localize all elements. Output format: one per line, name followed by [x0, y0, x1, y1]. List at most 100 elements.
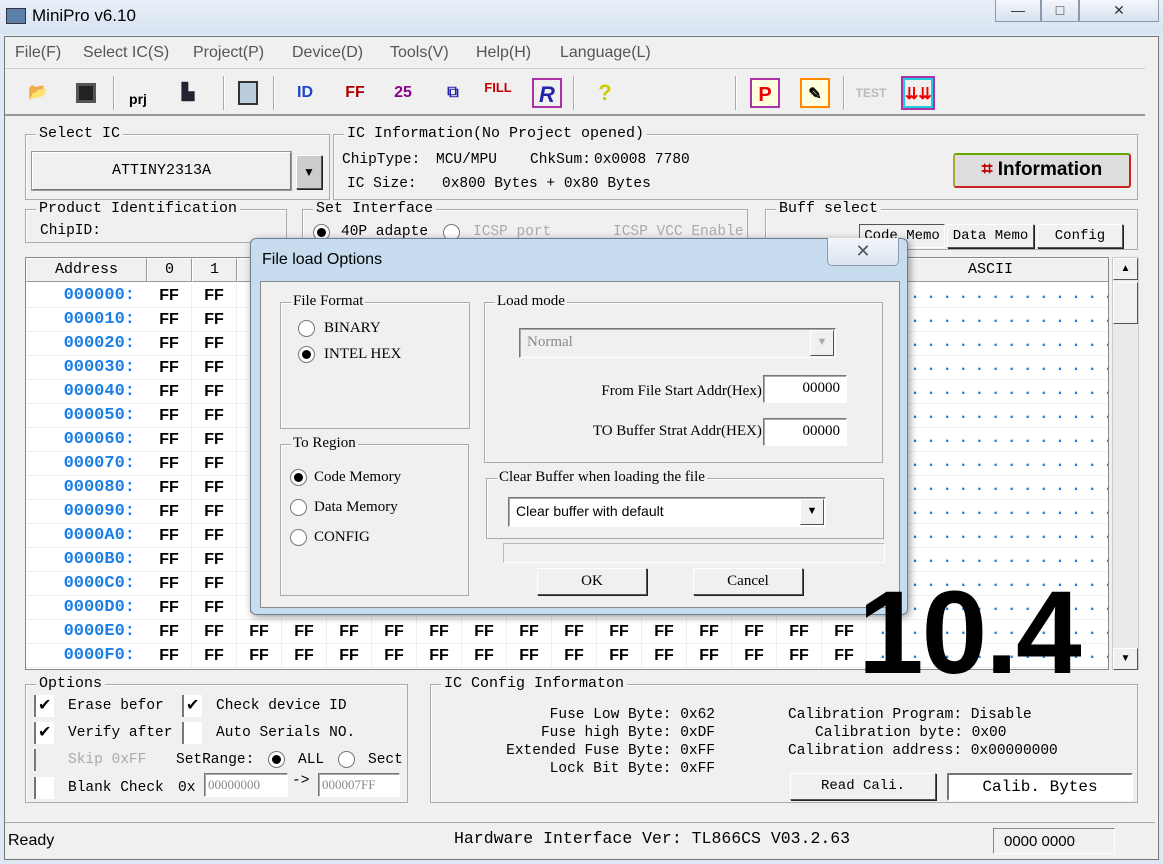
byte-cell[interactable]: FF: [147, 452, 192, 476]
byte-cell[interactable]: FF: [147, 524, 192, 548]
byte-cell[interactable]: FF: [417, 644, 462, 668]
byte-cell[interactable]: FF: [192, 548, 237, 572]
help-icon[interactable]: ?: [590, 78, 620, 108]
program-icon[interactable]: P: [750, 78, 780, 108]
byte-cell[interactable]: FF: [237, 620, 282, 644]
byte-cell[interactable]: FF: [192, 404, 237, 428]
intel-hex-radio[interactable]: [298, 346, 315, 363]
byte-cell[interactable]: FF: [192, 524, 237, 548]
byte-cell[interactable]: FF: [777, 644, 822, 668]
vertical-scrollbar[interactable]: ▲ ▼: [1112, 257, 1139, 670]
clear-buffer-select[interactable]: Clear buffer with default ▼: [508, 497, 826, 527]
blank-check-checkbox[interactable]: [34, 777, 54, 799]
scroll-down-button[interactable]: ▼: [1113, 648, 1138, 670]
ok-button[interactable]: OK: [537, 568, 647, 595]
byte-cell[interactable]: FF: [192, 452, 237, 476]
byte-cell[interactable]: FF: [192, 644, 237, 668]
byte-cell[interactable]: FF: [642, 644, 687, 668]
byte-cell[interactable]: FF: [147, 356, 192, 380]
save-project-icon[interactable]: ▙: [173, 78, 203, 108]
data-memory-radio[interactable]: [290, 499, 307, 516]
verify-icon[interactable]: 25: [388, 78, 418, 108]
byte-cell[interactable]: FF: [597, 644, 642, 668]
binary-radio[interactable]: [298, 320, 315, 337]
byte-cell[interactable]: FF: [507, 620, 552, 644]
open-file-icon[interactable]: 📂: [23, 78, 53, 108]
maximize-button[interactable]: □: [1041, 0, 1079, 22]
check-device-id-checkbox[interactable]: ✔: [182, 695, 202, 717]
byte-cell[interactable]: FF: [147, 548, 192, 572]
byte-cell[interactable]: FF: [192, 308, 237, 332]
byte-cell[interactable]: FF: [777, 620, 822, 644]
byte-cell[interactable]: FF: [507, 644, 552, 668]
byte-cell[interactable]: FF: [462, 644, 507, 668]
byte-cell[interactable]: FF: [147, 404, 192, 428]
byte-cell[interactable]: FF: [147, 476, 192, 500]
byte-cell[interactable]: FF: [732, 644, 777, 668]
chevron-down-icon[interactable]: ▼: [800, 499, 824, 525]
byte-cell[interactable]: FF: [147, 380, 192, 404]
byte-cell[interactable]: FF: [192, 620, 237, 644]
menu-file[interactable]: File(F): [15, 44, 61, 62]
byte-cell[interactable]: FF: [192, 356, 237, 380]
byte-cell[interactable]: FF: [192, 380, 237, 404]
byte-cell[interactable]: FF: [147, 644, 192, 668]
close-button[interactable]: ✕: [1079, 0, 1159, 22]
byte-cell[interactable]: FF: [147, 284, 192, 308]
scroll-up-button[interactable]: ▲: [1113, 258, 1138, 280]
config-radio[interactable]: [290, 529, 307, 546]
copy-buffer-icon[interactable]: ⧉: [438, 78, 468, 108]
byte-cell[interactable]: FF: [192, 596, 237, 620]
byte-cell[interactable]: FF: [192, 572, 237, 596]
calib-bytes-field[interactable]: Calib. Bytes: [947, 773, 1133, 801]
erase-icon[interactable]: ✎: [800, 78, 830, 108]
byte-cell[interactable]: FF: [192, 500, 237, 524]
byte-cell[interactable]: FF: [687, 620, 732, 644]
byte-cell[interactable]: FF: [327, 644, 372, 668]
byte-cell[interactable]: FF: [462, 620, 507, 644]
byte-cell[interactable]: FF: [147, 500, 192, 524]
information-button[interactable]: ⌗ Information: [953, 153, 1131, 188]
pin-test-icon[interactable]: ⇊⇊: [901, 76, 935, 110]
read-id-icon[interactable]: ID: [290, 78, 320, 108]
byte-cell[interactable]: FF: [147, 572, 192, 596]
from-addr-input[interactable]: 00000: [763, 375, 847, 403]
ic-dropdown-button[interactable]: ▼: [296, 155, 322, 189]
menu-select-ic[interactable]: Select IC(S): [83, 44, 169, 62]
byte-cell[interactable]: FF: [372, 644, 417, 668]
byte-cell[interactable]: FF: [147, 428, 192, 452]
byte-cell[interactable]: FF: [147, 332, 192, 356]
byte-cell[interactable]: FF: [552, 644, 597, 668]
menu-language[interactable]: Language(L): [560, 44, 651, 62]
byte-cell[interactable]: FF: [372, 620, 417, 644]
open-project-icon[interactable]: prj: [123, 78, 153, 108]
byte-cell[interactable]: FF: [417, 620, 462, 644]
byte-cell[interactable]: FF: [327, 620, 372, 644]
code-memory-radio[interactable]: [290, 469, 307, 486]
byte-cell[interactable]: FF: [282, 620, 327, 644]
ic-selector[interactable]: ATTINY2313A: [31, 151, 292, 191]
byte-cell[interactable]: FF: [192, 332, 237, 356]
config-button[interactable]: Config: [1037, 224, 1123, 248]
byte-cell[interactable]: FF: [147, 620, 192, 644]
verify-after-checkbox[interactable]: ✔: [34, 722, 54, 744]
byte-cell[interactable]: FF: [192, 476, 237, 500]
byte-cell[interactable]: FF: [687, 644, 732, 668]
blank-check-icon[interactable]: FF: [340, 78, 370, 108]
byte-cell[interactable]: FF: [282, 644, 327, 668]
minimize-button[interactable]: —: [995, 0, 1041, 22]
byte-cell[interactable]: FF: [237, 644, 282, 668]
calculator-icon[interactable]: [233, 78, 263, 108]
byte-cell[interactable]: FF: [192, 284, 237, 308]
byte-cell[interactable]: FF: [642, 620, 687, 644]
fill-icon[interactable]: FILL: [483, 78, 513, 108]
range-end-input[interactable]: 000007FF: [318, 773, 400, 797]
dialog-close-button[interactable]: ✕: [827, 238, 899, 266]
byte-cell[interactable]: FF: [552, 620, 597, 644]
byte-cell[interactable]: FF: [597, 620, 642, 644]
data-memo-button[interactable]: Data Memo: [947, 224, 1034, 248]
menu-project[interactable]: Project(P): [193, 44, 264, 62]
erase-before-checkbox[interactable]: ✔: [34, 695, 54, 717]
range-start-input[interactable]: 00000000: [204, 773, 288, 797]
menu-device[interactable]: Device(D): [292, 44, 363, 62]
